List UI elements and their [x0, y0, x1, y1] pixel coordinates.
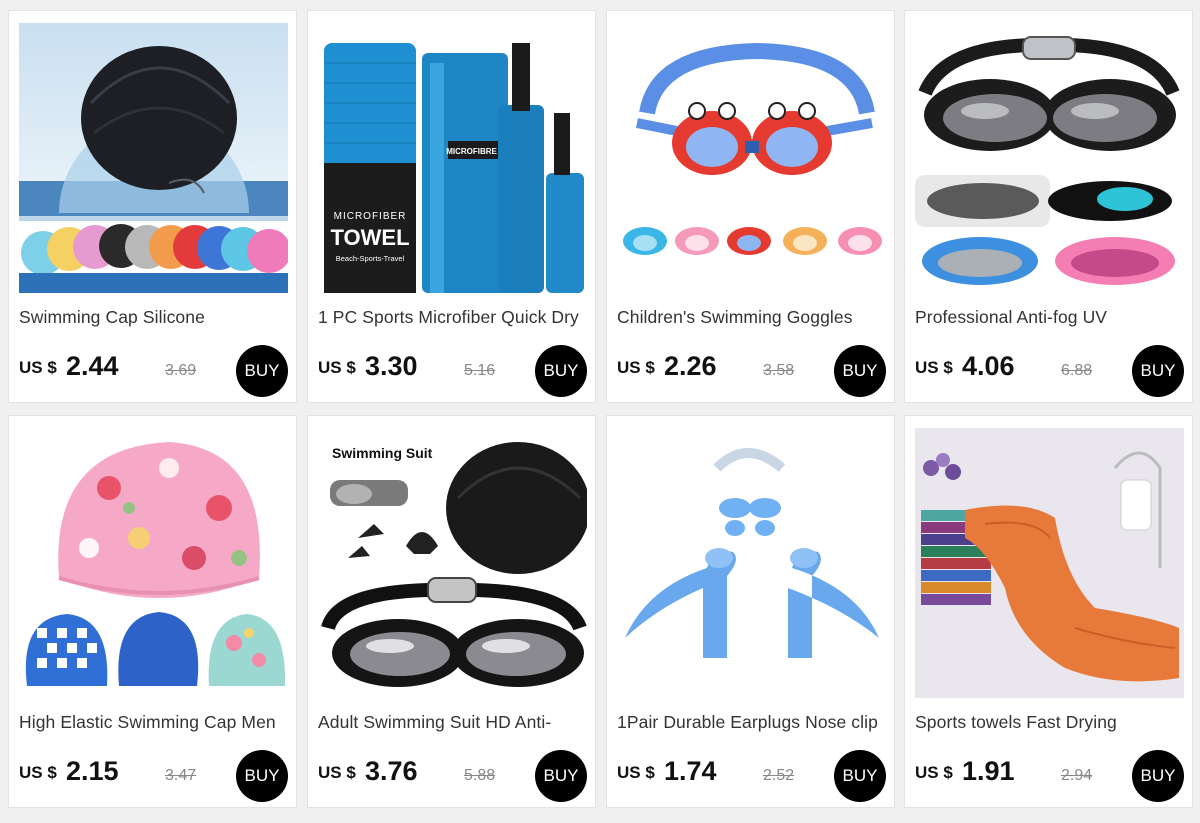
sale-price: 3.30: [365, 351, 418, 381]
buy-button[interactable]: BUY: [535, 750, 587, 802]
product-card[interactable]: Children's Swimming Goggles US $ 2.26 3.…: [606, 10, 895, 403]
swim-cap-image[interactable]: [19, 23, 288, 293]
original-price: 2.94: [1061, 767, 1093, 784]
buy-button[interactable]: BUY: [535, 345, 587, 397]
product-card[interactable]: Professional Anti-fog UV US $ 4.06 6.88 …: [904, 10, 1193, 403]
original-price: 3.69: [165, 362, 197, 379]
original-price: 6.88: [1061, 362, 1093, 379]
image-label: MICROFIBER: [334, 211, 407, 222]
currency-label: US $: [19, 358, 57, 377]
product-title[interactable]: Children's Swimming Goggles: [617, 307, 889, 328]
product-card[interactable]: Sports towels Fast Drying US $ 1.91 2.94…: [904, 415, 1193, 808]
fabric-cap-image-svg: [19, 428, 288, 698]
swim-suit-set-image-svg: Swimming Suit: [318, 428, 587, 698]
product-title[interactable]: Adult Swimming Suit HD Anti-: [318, 712, 590, 733]
sale-price: 2.15: [66, 756, 119, 786]
buy-button[interactable]: BUY: [834, 345, 886, 397]
towel-bag-image[interactable]: MICROFIBER TOWEL Beach-Sports-Travel MIC…: [318, 23, 587, 293]
buy-button[interactable]: BUY: [834, 750, 886, 802]
product-card[interactable]: Swimming Cap Silicone US $ 2.44 3.69 BUY: [8, 10, 297, 403]
currency-label: US $: [617, 358, 655, 377]
product-title[interactable]: 1 PC Sports Microfiber Quick Dry: [318, 307, 590, 328]
earplugs-image-svg: [617, 428, 886, 698]
currency-label: US $: [915, 763, 953, 782]
towel-bag-image-svg: MICROFIBER TOWEL Beach-Sports-Travel MIC…: [318, 23, 587, 293]
currency-label: US $: [19, 763, 57, 782]
sale-price: 3.76: [365, 756, 418, 786]
product-card[interactable]: Swimming Suit Adult Swimming Suit HD Ant…: [307, 415, 596, 808]
fabric-cap-image[interactable]: [19, 428, 288, 698]
product-title[interactable]: Professional Anti-fog UV: [915, 307, 1187, 328]
sale-price: 1.91: [962, 756, 1015, 786]
buy-button[interactable]: BUY: [1132, 345, 1184, 397]
product-title[interactable]: Sports towels Fast Drying: [915, 712, 1187, 733]
swim-cap-image-svg: [19, 23, 288, 293]
pro-goggles-image[interactable]: [915, 23, 1184, 293]
kids-goggles-image-svg: [617, 23, 886, 293]
image-label: Beach-Sports-Travel: [336, 254, 405, 263]
original-price: 3.58: [763, 362, 795, 379]
sale-price: 2.44: [66, 351, 119, 381]
original-price: 2.52: [763, 767, 795, 784]
product-title[interactable]: 1Pair Durable Earplugs Nose clip: [617, 712, 889, 733]
buy-button[interactable]: BUY: [236, 345, 288, 397]
product-grid: Swimming Cap Silicone US $ 2.44 3.69 BUY…: [0, 0, 1200, 823]
buy-button[interactable]: BUY: [1132, 750, 1184, 802]
currency-label: US $: [318, 358, 356, 377]
swim-suit-set-image[interactable]: Swimming Suit: [318, 428, 587, 698]
earplugs-image[interactable]: [617, 428, 886, 698]
pro-goggles-image-svg: [915, 23, 1184, 293]
product-card[interactable]: MICROFIBER TOWEL Beach-Sports-Travel MIC…: [307, 10, 596, 403]
sale-price: 2.26: [664, 351, 717, 381]
sports-towel-image[interactable]: [915, 428, 1184, 698]
kids-goggles-image[interactable]: [617, 23, 886, 293]
sale-price: 1.74: [664, 756, 717, 786]
original-price: 5.16: [464, 362, 496, 379]
currency-label: US $: [915, 358, 953, 377]
image-label: TOWEL: [330, 225, 409, 250]
sale-price: 4.06: [962, 351, 1015, 381]
sports-towel-image-svg: [915, 428, 1184, 698]
currency-label: US $: [617, 763, 655, 782]
product-title[interactable]: High Elastic Swimming Cap Men: [19, 712, 291, 733]
original-price: 5.88: [464, 767, 496, 784]
currency-label: US $: [318, 763, 356, 782]
image-label: Swimming Suit: [332, 445, 433, 461]
buy-button[interactable]: BUY: [236, 750, 288, 802]
product-card[interactable]: High Elastic Swimming Cap Men US $ 2.15 …: [8, 415, 297, 808]
original-price: 3.47: [165, 767, 197, 784]
product-card[interactable]: 1Pair Durable Earplugs Nose clip US $ 1.…: [606, 415, 895, 808]
product-title[interactable]: Swimming Cap Silicone: [19, 307, 291, 328]
